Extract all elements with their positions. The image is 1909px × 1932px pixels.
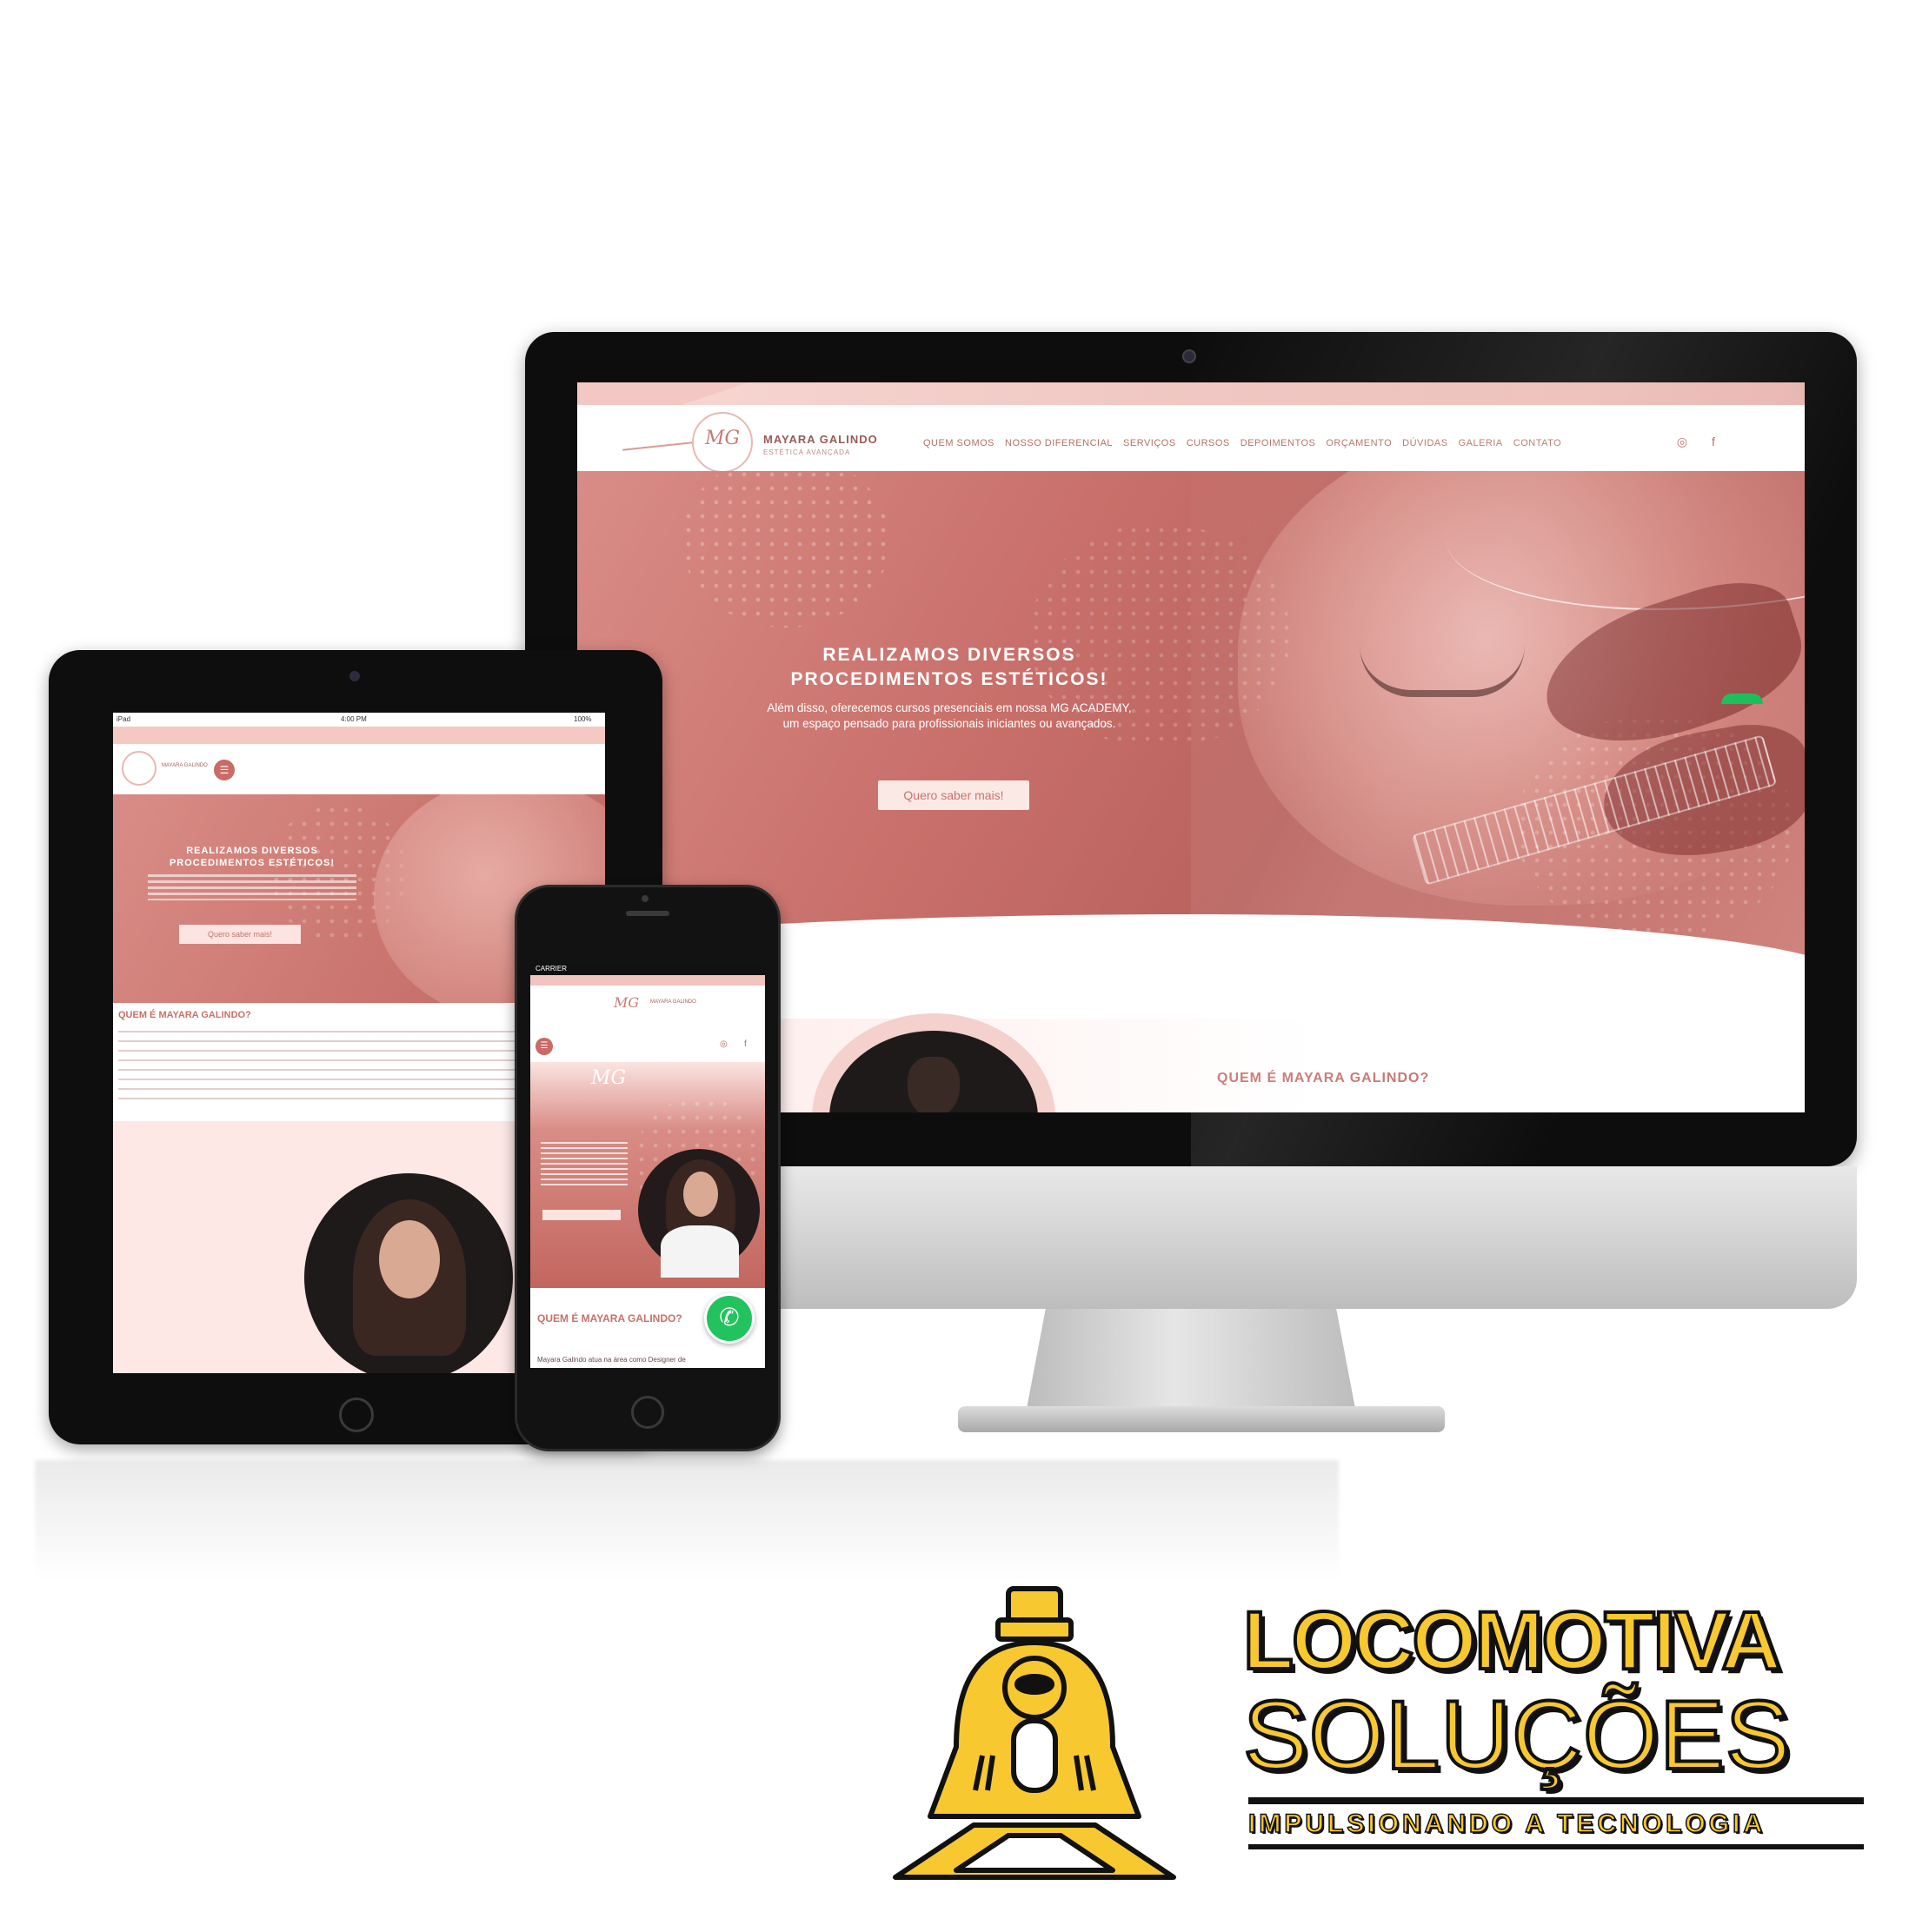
tablet-cta-button[interactable]: Quero saber mais! [179, 925, 301, 944]
phone-hero-text [541, 1142, 628, 1185]
locomotive-logo-icon [893, 1586, 1176, 1880]
phone-paragraph: Mayara Galindo atua na área como Designe… [537, 1356, 686, 1364]
tablet-camera-icon [349, 671, 360, 681]
nav-item-galeria[interactable]: GALERIA [1459, 438, 1503, 448]
instagram-icon[interactable]: ◎ [720, 1039, 728, 1049]
monitor-foot [958, 1406, 1445, 1432]
logo-wordmark-line2: SOLUÇÕES [1241, 1681, 1792, 1789]
hero-description: Além disso, oferecemos cursos presenciai… [767, 701, 1132, 730]
whatsapp-icon[interactable]: ✆ [704, 1293, 755, 1344]
tablet-home-button[interactable] [339, 1398, 374, 1432]
status-time: 4:00 PM [341, 715, 367, 723]
phone-cta-button[interactable] [542, 1210, 621, 1220]
phone-home-button[interactable] [631, 1396, 664, 1429]
phone-logo[interactable]: MG [614, 994, 639, 1011]
status-device: iPad [116, 715, 131, 723]
tablet-hero-text [148, 874, 356, 900]
instagram-icon[interactable]: ◎ [1674, 435, 1690, 450]
status-battery: 100% [574, 715, 592, 723]
mockup-stage: MG MAYARA GALINDO ESTÉTICA AVANÇADA QUEM… [0, 0, 1909, 1932]
phone-camera-icon [642, 895, 649, 902]
dot-pattern [682, 471, 890, 627]
tablet-section-title: QUEM É MAYARA GALINDO? [118, 1010, 251, 1020]
phone-header [530, 986, 765, 1027]
hero-title: REALIZAMOS DIVERSOS PROCEDIMENTOS ESTÉTI… [790, 645, 1108, 689]
phone-section-title: QUEM É MAYARA GALINDO? [537, 1312, 682, 1325]
top-strip-accent [682, 382, 1805, 405]
phone-speaker [626, 911, 669, 916]
nav-item-diferencial[interactable]: NOSSO DIFERENCIAL [1005, 438, 1113, 448]
nav-item-contato[interactable]: CONTATO [1513, 438, 1561, 448]
facebook-icon[interactable]: f [1706, 435, 1721, 450]
site-header: MG MAYARA GALINDO ESTÉTICA AVANÇADA QUEM… [577, 405, 1805, 473]
logo-wordmark-line1: LOCOMOTIVA [1241, 1595, 1783, 1687]
brand-subtitle: ESTÉTICA AVANÇADA [763, 448, 851, 456]
logo-mark[interactable]: MG [699, 428, 746, 449]
phone-menu-icon[interactable]: ☰ [535, 1038, 553, 1055]
menu-icon[interactable]: ☰ [214, 760, 235, 780]
tablet-top-strip [113, 727, 605, 744]
tablet-portrait-face [379, 1220, 440, 1298]
main-nav: QUEM SOMOS NOSSO DIFERENCIAL SERVIÇOS CU… [923, 438, 1561, 448]
brand-name[interactable]: MAYARA GALINDO [763, 433, 878, 446]
device-reflection [35, 1460, 1339, 1582]
phone-hero: MG [530, 1062, 765, 1288]
nav-item-cursos[interactable]: CURSOS [1187, 438, 1230, 448]
tablet-hero-title: REALIZAMOS DIVERSOS PROCEDIMENTOS ESTÉTI… [169, 846, 336, 868]
logo-tagline: IMPULSIONANDO A TECNOLOGIA [1247, 1809, 1766, 1839]
monitor-stand [1026, 1309, 1356, 1413]
logo-divider [1248, 1797, 1864, 1804]
hero-cta-button[interactable]: Quero saber mais! [878, 780, 1029, 810]
phone-brand: MAYARA GALINDO [650, 999, 696, 1005]
tablet-status-bar: iPad 4:00 PM 100% [113, 713, 605, 727]
tablet-logo[interactable] [122, 751, 156, 786]
hero-eye [1360, 645, 1525, 697]
logo-divider [1248, 1844, 1864, 1849]
phone-hero-logo: MG [591, 1067, 627, 1089]
scroll-indicator [1721, 694, 1763, 704]
phone-top-strip [530, 975, 765, 986]
nav-item-quem-somos[interactable]: QUEM SOMOS [923, 438, 994, 448]
phone-portrait-face [683, 1172, 718, 1217]
webcam-icon [1182, 349, 1196, 363]
tablet-brand: MAYARA GALINDO [162, 763, 208, 768]
phone-portrait-coat [661, 1225, 739, 1278]
nav-item-duvidas[interactable]: DÚVIDAS [1402, 438, 1447, 448]
facebook-icon[interactable]: f [744, 1039, 747, 1049]
phone-status-bar: CARRIER [530, 963, 765, 975]
portrait-face [908, 1057, 960, 1112]
nav-item-servicos[interactable]: SERVIÇOS [1123, 438, 1176, 448]
tablet-header [113, 744, 605, 794]
logo-flourish [622, 441, 701, 451]
nav-item-orcamento[interactable]: ORÇAMENTO [1326, 438, 1392, 448]
nav-item-depoimentos[interactable]: DEPOIMENTOS [1241, 438, 1316, 448]
section-title: QUEM É MAYARA GALINDO? [1217, 1071, 1430, 1086]
